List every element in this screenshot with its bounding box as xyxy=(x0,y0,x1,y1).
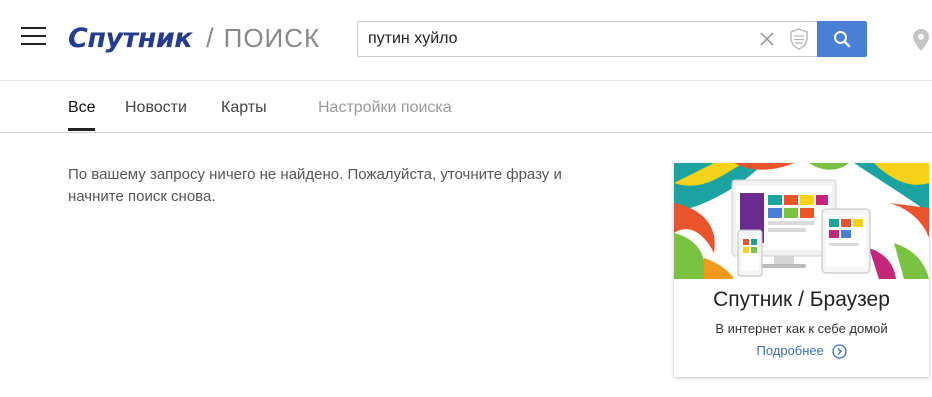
promo-title: Спутник / Браузер xyxy=(713,288,890,311)
tab-search-settings[interactable]: Настройки поиска xyxy=(318,99,452,117)
promo-more-link[interactable]: Подробнее xyxy=(674,343,929,359)
chevron-right-circle-icon xyxy=(831,344,847,359)
tab-maps[interactable]: Карты xyxy=(221,99,267,117)
tab-all[interactable]: Все xyxy=(68,99,96,117)
search-button[interactable] xyxy=(817,21,867,57)
no-results-message: По вашему запросу ничего не найдено. Пож… xyxy=(68,164,608,208)
active-tab-indicator xyxy=(68,128,95,131)
search-tabs: Все Новости Карты Настройки поиска xyxy=(0,82,932,133)
close-icon[interactable] xyxy=(759,31,775,47)
browser-promo-card[interactable]: Спутник / Браузер В интернет как к себе … xyxy=(674,163,929,377)
header: Спутник / ПОИСК xyxy=(0,0,932,81)
menu-icon[interactable] xyxy=(21,27,46,47)
search-input[interactable] xyxy=(368,22,748,56)
logo-brand: Спутник xyxy=(68,22,193,54)
browser-promo-image xyxy=(674,163,929,279)
shield-icon[interactable] xyxy=(789,28,809,50)
promo-subtitle: В интернет как к себе домой xyxy=(715,321,888,336)
logo-separator: / xyxy=(206,22,214,53)
no-results-line-2: начните поиск снова. xyxy=(68,188,216,205)
search-box xyxy=(357,21,817,57)
promo-more-label: Подробнее xyxy=(756,343,824,358)
logo-section: ПОИСК xyxy=(223,22,321,53)
location-pin-icon[interactable] xyxy=(913,29,929,51)
tab-news[interactable]: Новости xyxy=(125,99,187,117)
logo[interactable]: Спутник / ПОИСК xyxy=(68,20,320,56)
no-results-line-1: По вашему запросу ничего не найдено. Пож… xyxy=(68,166,562,183)
search-icon xyxy=(834,31,851,48)
